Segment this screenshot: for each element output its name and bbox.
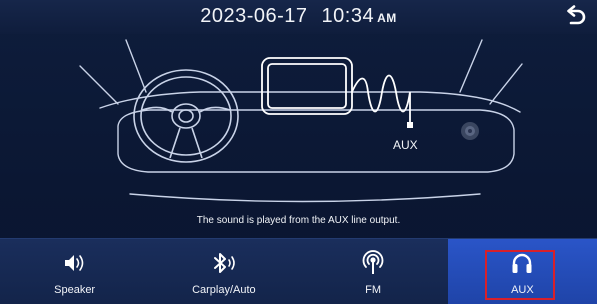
time-text: 10:34 [321, 5, 375, 27]
bluetooth-icon [209, 250, 239, 276]
back-arrow-icon [567, 5, 586, 25]
tab-label: Speaker [54, 284, 96, 296]
aux-cable [351, 74, 411, 125]
tab-label: Carplay/Auto [192, 284, 256, 296]
speaker-icon [62, 250, 88, 276]
screen: 2023-06-17 10:34 AM AUX The sound is pla… [0, 0, 597, 304]
aux-label: AUX [393, 138, 418, 152]
status-bar: 2023-06-17 10:34 AM [0, 0, 597, 34]
tab-carplay-auto[interactable]: Carplay/Auto [149, 239, 298, 304]
head-unit [261, 57, 353, 115]
date-text: 2023-06-17 [200, 5, 308, 27]
back-button[interactable] [563, 4, 589, 30]
ampm-text: AM [377, 11, 397, 25]
tab-aux[interactable]: AUX [447, 239, 597, 304]
aux-port [461, 122, 479, 140]
tab-fm[interactable]: FM [299, 239, 448, 304]
output-caption: The sound is played from the AUX line ou… [196, 215, 401, 226]
tab-label: AUX [511, 284, 534, 296]
audio-source-tab-bar: Speaker Carplay/Auto FM AUX [0, 238, 597, 304]
steering-wheel [133, 69, 239, 163]
car-dashboard-illustration [79, 39, 523, 203]
radio-icon [361, 250, 385, 276]
headphones-icon [510, 250, 534, 276]
tab-label: FM [365, 284, 382, 296]
tab-speaker[interactable]: Speaker [0, 239, 149, 304]
date-time: 2023-06-17 10:34 AM [0, 5, 597, 28]
